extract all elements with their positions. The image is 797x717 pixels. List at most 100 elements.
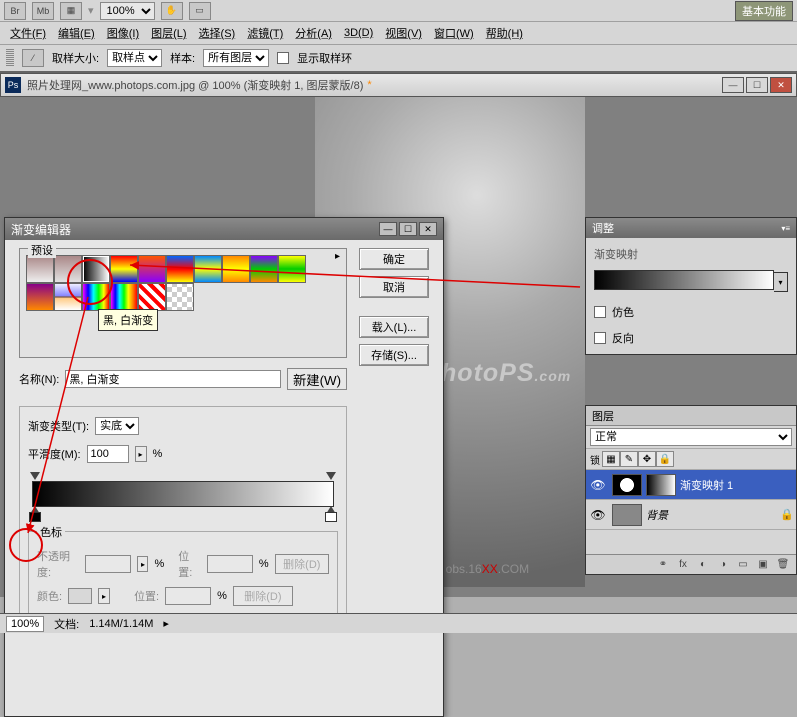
close-button[interactable]: ✕ — [770, 77, 792, 93]
opacity-arrow-icon: ▸ — [137, 556, 148, 572]
preset-swatch[interactable] — [222, 255, 250, 283]
preset-swatch[interactable] — [138, 283, 166, 311]
preset-swatch[interactable] — [54, 255, 82, 283]
lock-icon: 🔒 — [780, 508, 794, 521]
sample-label: 样本: — [170, 50, 195, 66]
preset-swatch[interactable] — [110, 283, 138, 311]
load-button[interactable]: 载入(L)... — [359, 316, 429, 338]
name-input[interactable] — [65, 370, 281, 388]
new-adjustment-icon[interactable]: ◑ — [714, 558, 732, 572]
maximize-button[interactable]: ☐ — [746, 77, 768, 93]
layers-tab[interactable]: 图层 — [592, 408, 614, 424]
adjustments-title: 调整 — [592, 220, 614, 236]
eyedropper-icon[interactable]: ⁄ — [22, 49, 44, 67]
reverse-checkbox[interactable] — [594, 332, 606, 344]
show-ring-label: 显示取样环 — [297, 50, 352, 66]
preset-swatch[interactable] — [26, 283, 54, 311]
gradient-type-select[interactable]: 实底 — [95, 417, 139, 435]
arrange-icon[interactable]: ▭ — [189, 2, 211, 20]
minimize-button[interactable]: — — [722, 77, 744, 93]
preset-menu-icon[interactable]: ▸ — [335, 251, 340, 262]
mask-thumb-icon[interactable] — [646, 474, 676, 496]
color-label: 颜色: — [37, 588, 62, 604]
layer-mask-icon[interactable]: ◐ — [694, 558, 712, 572]
layer-fx-icon[interactable]: fx — [674, 558, 692, 572]
menu-select[interactable]: 选择(S) — [195, 23, 240, 43]
ok-button[interactable]: 确定 — [359, 248, 429, 270]
layer-name[interactable]: 渐变映射 1 — [680, 477, 733, 493]
dither-label: 仿色 — [612, 304, 634, 320]
layer-name[interactable]: 背景 — [646, 507, 668, 523]
preset-swatch[interactable] — [82, 283, 110, 311]
lock-position-icon[interactable]: ✥ — [638, 451, 656, 467]
preset-swatch[interactable] — [26, 255, 54, 283]
sample-size-select[interactable]: 取样点 — [107, 49, 162, 67]
lock-pixels-icon[interactable]: ✎ — [620, 451, 638, 467]
status-menu-icon[interactable]: ▸ — [163, 617, 169, 630]
dialog-title: 渐变编辑器 — [11, 221, 71, 238]
show-ring-checkbox[interactable] — [277, 52, 289, 64]
dialog-maximize-button[interactable]: ☐ — [399, 222, 417, 236]
adjustment-gradient-preview[interactable] — [594, 270, 774, 290]
zoom-select[interactable]: 100% — [100, 2, 155, 20]
new-layer-icon[interactable]: ▣ — [754, 558, 772, 572]
preset-swatch[interactable] — [166, 283, 194, 311]
gradient-bar[interactable] — [32, 481, 334, 507]
dialog-close-button[interactable]: ✕ — [419, 222, 437, 236]
panel-menu-icon[interactable]: ▾≡ — [781, 224, 790, 233]
sample-select[interactable]: 所有图层 — [203, 49, 269, 67]
smoothness-input[interactable] — [87, 445, 129, 463]
menu-analysis[interactable]: 分析(A) — [291, 23, 336, 43]
sample-size-label: 取样大小: — [52, 50, 99, 66]
preset-swatch[interactable] — [250, 255, 278, 283]
menu-window[interactable]: 窗口(W) — [430, 23, 478, 43]
layer-row[interactable]: 👁 背景 🔒 — [586, 500, 796, 530]
menu-help[interactable]: 帮助(H) — [482, 23, 527, 43]
minibridge-icon[interactable]: Mb — [32, 2, 54, 20]
preset-swatch[interactable] — [278, 255, 306, 283]
preset-swatch-bw[interactable] — [82, 255, 110, 283]
menu-image[interactable]: 图像(I) — [103, 23, 143, 43]
blend-mode-select[interactable]: 正常 — [590, 428, 792, 446]
dither-checkbox[interactable] — [594, 306, 606, 318]
lock-transparent-icon[interactable]: ▦ — [602, 451, 620, 467]
opacity-stop-left[interactable] — [30, 472, 40, 482]
visibility-icon[interactable]: 👁 — [588, 508, 608, 522]
color-stop-left[interactable] — [29, 506, 41, 518]
cancel-button[interactable]: 取消 — [359, 276, 429, 298]
presets-label: 预设 — [28, 242, 56, 258]
opacity-stop-right[interactable] — [326, 472, 336, 482]
menu-file[interactable]: 文件(F) — [6, 23, 50, 43]
preset-swatch[interactable] — [138, 255, 166, 283]
adjustments-subtitle: 渐变映射 — [594, 246, 788, 262]
menu-filter[interactable]: 滤镜(T) — [243, 23, 287, 43]
menu-3d[interactable]: 3D(D) — [340, 25, 377, 41]
preset-swatch[interactable] — [110, 255, 138, 283]
new-button[interactable]: 新建(W) — [287, 368, 347, 390]
preset-swatch[interactable] — [166, 255, 194, 283]
menu-edit[interactable]: 编辑(E) — [54, 23, 99, 43]
color-stop-right[interactable] — [325, 506, 337, 518]
save-button[interactable]: 存储(S)... — [359, 344, 429, 366]
gradient-dropdown-icon[interactable]: ▾ — [774, 272, 788, 292]
lock-all-icon[interactable]: 🔒 — [656, 451, 674, 467]
reverse-label: 反向 — [612, 330, 634, 346]
menubar: 文件(F) 编辑(E) 图像(I) 图层(L) 选择(S) 滤镜(T) 分析(A… — [0, 22, 797, 44]
layer-row[interactable]: 👁 渐变映射 1 — [586, 470, 796, 500]
smoothness-arrow-icon[interactable]: ▸ — [135, 446, 147, 462]
link-layers-icon[interactable]: ⚭ — [654, 558, 672, 572]
layer-thumb-icon — [612, 504, 642, 526]
preset-swatch[interactable] — [54, 283, 82, 311]
visibility-icon[interactable]: 👁 — [588, 478, 608, 492]
menu-layer[interactable]: 图层(L) — [147, 23, 190, 43]
new-group-icon[interactable]: ▭ — [734, 558, 752, 572]
delete-layer-icon[interactable]: 🗑 — [774, 558, 792, 572]
preset-swatch[interactable] — [194, 255, 222, 283]
screen-mode-icon[interactable]: ▦ — [60, 2, 82, 20]
bridge-icon[interactable]: Br — [4, 2, 26, 20]
workspace-button[interactable]: 基本功能 — [735, 1, 793, 21]
status-zoom[interactable]: 100% — [6, 616, 44, 632]
dialog-minimize-button[interactable]: — — [379, 222, 397, 236]
menu-view[interactable]: 视图(V) — [381, 23, 426, 43]
hand-tool-icon[interactable]: ✋ — [161, 2, 183, 20]
